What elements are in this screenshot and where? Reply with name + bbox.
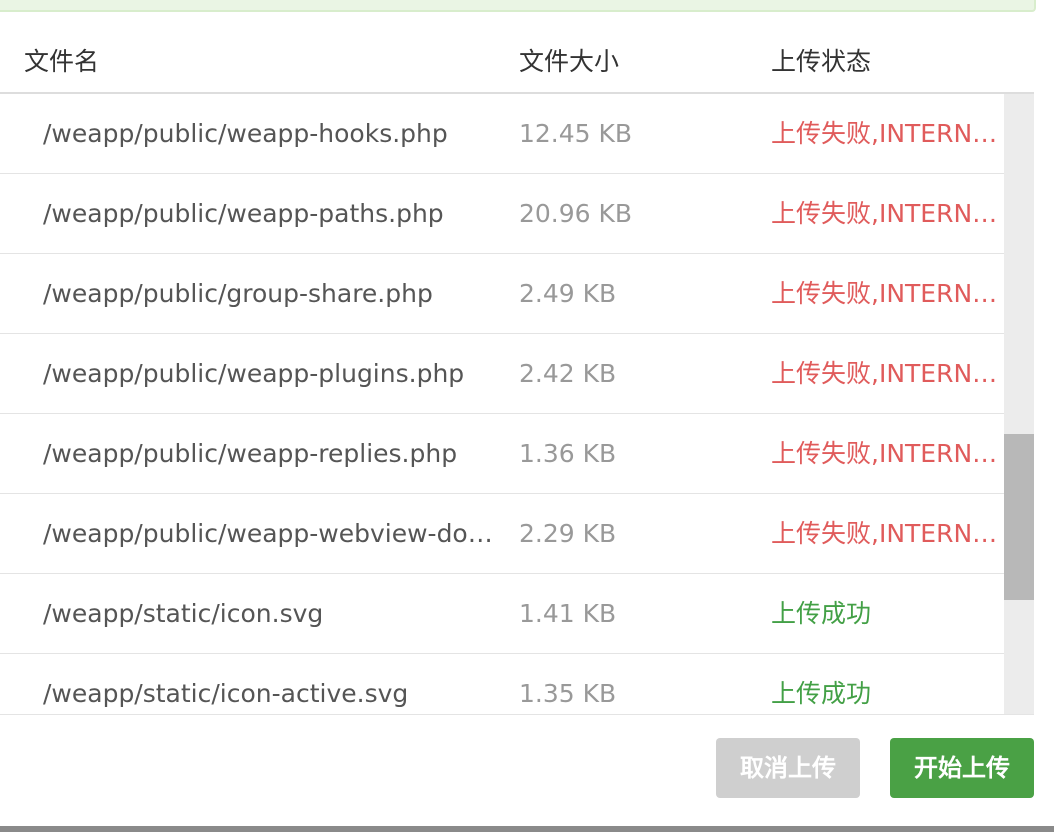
scrollbar-thumb[interactable] [1004,434,1034,600]
upload-dialog: 文件名 文件大小 上传状态 /weapp/public/weapp-hooks.… [0,0,1054,832]
file-name: /weapp/public/weapp-hooks.php [43,119,448,148]
table-header: 文件名 文件大小 上传状态 [0,26,1034,94]
file-size: 12.45 KB [519,119,633,148]
upload-status: 上传失败,INTERNAL_ERROR [771,439,1001,468]
file-name: /weapp/static/icon.svg [43,599,324,628]
cancel-upload-button[interactable]: 取消上传 [716,738,860,798]
file-size: 2.42 KB [519,359,617,388]
table-row: /weapp/public/weapp-replies.php 1.36 KB … [0,414,1004,494]
table-row: /weapp/public/weapp-plugins.php 2.42 KB … [0,334,1004,414]
upload-status: 上传失败,INTERNAL_ERROR [771,519,1001,548]
file-name: /weapp/public/weapp-replies.php [43,439,458,468]
start-upload-button[interactable]: 开始上传 [890,738,1034,798]
column-header-filename: 文件名 [24,47,100,76]
column-header-filesize: 文件大小 [519,47,620,76]
file-name: /weapp/public/weapp-paths.php [43,199,444,228]
column-header-status: 上传状态 [771,47,872,76]
upload-status: 上传成功 [771,599,872,628]
file-name: /weapp/public/weapp-webview-domains.php [43,519,495,548]
scrollbar-track[interactable] [1004,94,1034,714]
table-row: /weapp/static/icon.svg 1.41 KB 上传成功 [0,574,1004,654]
file-size: 2.29 KB [519,519,617,548]
file-name: /weapp/static/icon-active.svg [43,679,409,708]
file-size: 1.41 KB [519,599,617,628]
upload-status: 上传失败,INTERNAL_ERROR [771,279,1001,308]
file-name: /weapp/public/weapp-plugins.php [43,359,465,388]
bottom-divider [0,826,1054,832]
table-row: /weapp/public/weapp-webview-domains.php … [0,494,1004,574]
file-name: /weapp/public/group-share.php [43,279,433,308]
table-row: /weapp/public/weapp-paths.php 20.96 KB 上… [0,174,1004,254]
notice-banner [0,0,1036,12]
file-size: 2.49 KB [519,279,617,308]
file-size: 1.35 KB [519,679,617,708]
upload-status: 上传失败,INTERNAL_ERROR [771,199,1001,228]
table-row: /weapp/static/icon-active.svg 1.35 KB 上传… [0,654,1004,714]
file-size: 1.36 KB [519,439,617,468]
file-list[interactable]: /weapp/public/weapp-hooks.php 12.45 KB 上… [0,94,1034,715]
table-row: /weapp/public/weapp-hooks.php 12.45 KB 上… [0,94,1004,174]
table-row: /weapp/public/group-share.php 2.49 KB 上传… [0,254,1004,334]
upload-status: 上传成功 [771,679,872,708]
upload-status: 上传失败,INTERNAL_ERROR [771,359,1001,388]
file-size: 20.96 KB [519,199,633,228]
upload-status: 上传失败,INTERNAL_ERROR [771,119,1001,148]
